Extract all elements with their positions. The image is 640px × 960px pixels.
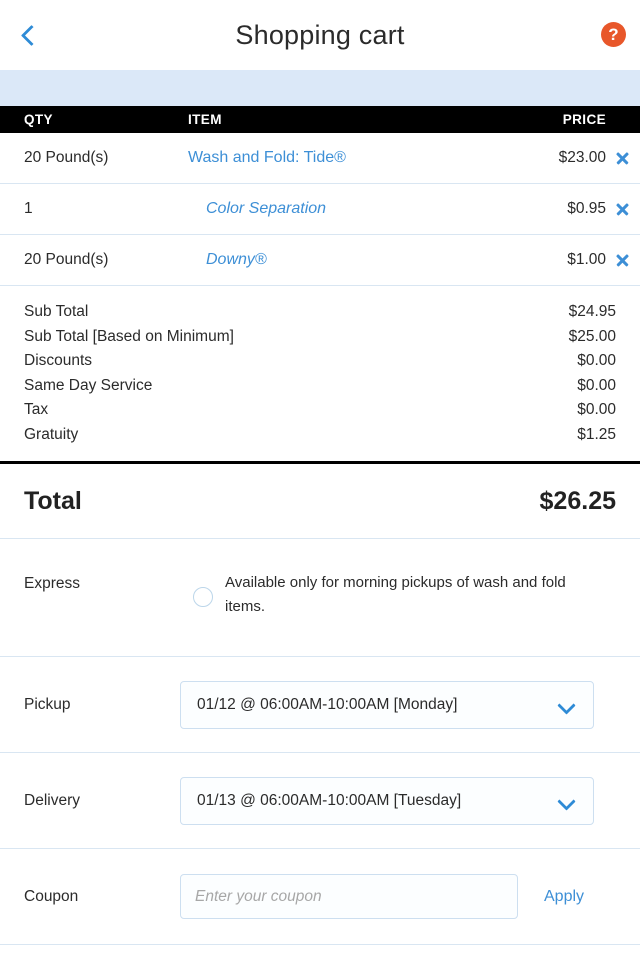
table-row: 20 Pound(s) Downy® $1.00 — [0, 235, 640, 286]
summary-value: $0.00 — [577, 401, 616, 418]
summary-value: $25.00 — [568, 327, 616, 345]
row-price: $0.95 — [567, 200, 606, 217]
row-qty: 1 — [24, 200, 33, 217]
apply-coupon-button[interactable]: Apply — [544, 888, 584, 906]
page-title: Shopping cart — [235, 19, 405, 50]
express-label: Express — [24, 575, 80, 592]
column-header-price: PRICE — [562, 112, 606, 127]
table-row: 20 Pound(s) Wash and Fold: Tide® $23.00 — [0, 133, 640, 184]
summary-label: Sub Total — [24, 303, 89, 320]
delivery-row: Delivery 01/13 @ 06:00AM-10:00AM [Tuesda… — [0, 753, 640, 849]
delivery-select[interactable]: 01/13 @ 06:00AM-10:00AM [Tuesday] — [180, 776, 594, 825]
close-x-icon[interactable] — [615, 151, 630, 166]
row-price: $1.00 — [567, 251, 606, 268]
summary-label: Gratuity — [24, 425, 79, 443]
summary-value: $0.00 — [577, 352, 616, 369]
table-row: 1 Color Separation $0.95 — [0, 184, 640, 235]
pickup-select[interactable]: 01/12 @ 06:00AM-10:00AM [Monday] — [180, 680, 594, 729]
summary-value: $1.25 — [577, 425, 616, 443]
chevron-down-icon — [557, 791, 576, 811]
summary-line: Sub Total [Based on Minimum] $25.00 — [24, 325, 616, 350]
express-description: Available only for morning pickups of wa… — [225, 574, 566, 615]
row-qty: 20 Pound(s) — [24, 251, 109, 268]
total-label: Total — [24, 486, 82, 515]
row-item-name[interactable]: Color Separation — [188, 200, 326, 217]
column-header-item: ITEM — [188, 112, 222, 127]
row-item-name[interactable]: Wash and Fold: Tide® — [188, 149, 346, 166]
total-row: Total $26.25 — [0, 464, 640, 539]
row-item-name[interactable]: Downy® — [188, 251, 267, 268]
chevron-down-icon — [557, 695, 576, 715]
summary-label: Tax — [24, 401, 49, 418]
summary-label: Same Day Service — [24, 376, 153, 394]
coupon-label: Coupon — [24, 887, 79, 905]
summary-section: Sub Total $24.95 Sub Total [Based on Min… — [0, 286, 640, 464]
delivery-value: 01/13 @ 06:00AM-10:00AM [Tuesday] — [197, 791, 462, 809]
summary-line: Tax $0.00 — [24, 398, 616, 423]
summary-value: $24.95 — [568, 303, 616, 320]
coupon-input[interactable] — [180, 874, 518, 919]
close-x-icon[interactable] — [615, 202, 630, 217]
pickup-row: Pickup 01/12 @ 06:00AM-10:00AM [Monday] — [0, 657, 640, 753]
pickup-label: Pickup — [24, 695, 71, 713]
help-icon[interactable]: ? — [601, 22, 626, 47]
app-header: Shopping cart ? — [0, 0, 640, 70]
cart-table-header: QTY ITEM PRICE — [0, 106, 640, 133]
summary-line: Discounts $0.00 — [24, 349, 616, 374]
summary-label: Sub Total [Based on Minimum] — [24, 327, 234, 345]
banner-strip — [0, 70, 640, 106]
column-header-qty: QTY — [24, 112, 53, 127]
total-value: $26.25 — [539, 486, 616, 515]
coupon-row: Coupon Apply — [0, 849, 640, 945]
close-x-icon[interactable] — [615, 253, 630, 268]
row-qty: 20 Pound(s) — [24, 149, 109, 166]
row-price: $23.00 — [558, 149, 606, 166]
summary-line: Sub Total $24.95 — [24, 300, 616, 325]
express-radio[interactable] — [193, 586, 213, 607]
summary-value: $0.00 — [577, 376, 616, 394]
delivery-label: Delivery — [24, 791, 80, 809]
express-row: Express Available only for morning picku… — [0, 539, 640, 657]
shopping-cart-screen: Shopping cart ? QTY ITEM PRICE 20 Pound(… — [0, 0, 640, 960]
summary-line: Gratuity $1.25 — [24, 423, 616, 448]
summary-line: Same Day Service $0.00 — [24, 374, 616, 399]
pickup-value: 01/12 @ 06:00AM-10:00AM [Monday] — [197, 695, 458, 713]
summary-label: Discounts — [24, 352, 93, 369]
